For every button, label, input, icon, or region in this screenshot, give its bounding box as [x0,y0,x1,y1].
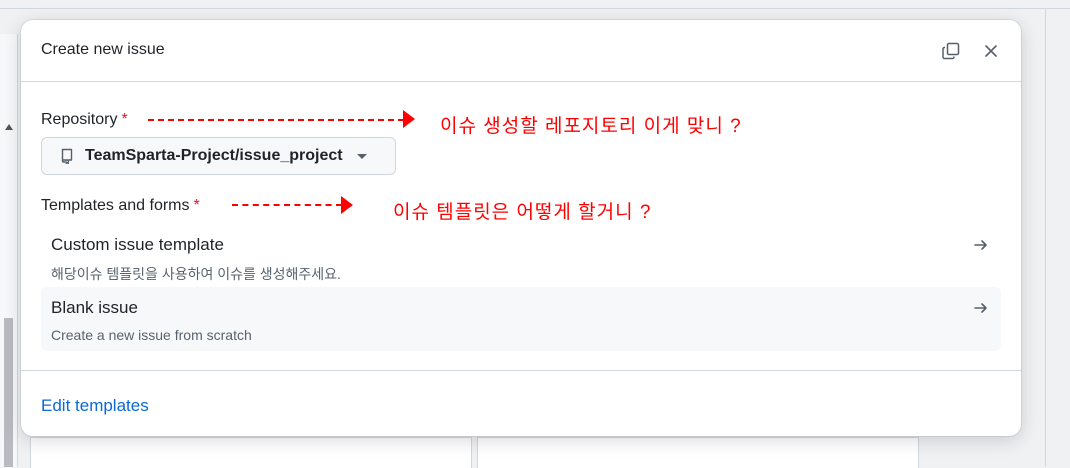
background-card [30,437,472,468]
repository-select[interactable]: TeamSparta-Project/issue_project [41,137,396,175]
scrollbar-thumb[interactable] [4,318,13,467]
edit-templates-link[interactable]: Edit templates [41,396,149,416]
template-option-blank[interactable]: Blank issue Create a new issue from scra… [41,287,1001,351]
template-description: Create a new issue from scratch [51,327,252,343]
required-marker: * [193,197,200,214]
annotation-arrow-line [148,119,404,121]
annotation-templates-note: 이슈 템플릿은 어떻게 할거니 ? [393,202,652,223]
arrow-right-icon [974,303,987,313]
dialog-header: Create new issue [21,20,1021,82]
repository-label-text: Repository [41,111,118,128]
create-issue-dialog: Create new issue Repository * TeamSparta-… [21,20,1021,436]
template-title: Custom issue template [51,235,224,254]
annotation-arrowhead [341,196,353,214]
copy-icon [942,42,960,60]
dialog-title: Create new issue [41,41,165,58]
dialog-footer: Edit templates [21,370,1021,437]
page-top-border [0,8,1070,9]
templates-label-text: Templates and forms [41,197,190,214]
template-option-custom[interactable]: Custom issue template 해당이슈 템플릿을 사용하여 이슈를… [41,224,1001,288]
required-marker: * [121,111,128,128]
arrow-right-icon [974,240,987,250]
scroll-up-arrow-icon[interactable] [5,124,13,130]
triangle-down-icon [356,153,367,159]
repository-label: Repository * [41,111,128,129]
page-right-divider [1045,9,1046,467]
repository-select-value: TeamSparta-Project/issue_project [85,147,343,164]
copy-button[interactable] [939,39,963,63]
annotation-repository-note: 이슈 생성할 레포지토리 이게 맞니 ? [440,116,742,137]
close-icon [985,45,997,57]
annotation-arrowhead [403,110,415,128]
background-card [477,437,919,468]
close-button[interactable] [979,39,1003,63]
annotation-arrow-line [232,204,342,206]
templates-label: Templates and forms * [41,197,200,215]
repo-icon [61,148,73,164]
template-title: Blank issue [51,298,138,317]
template-description: 해당이슈 템플릿을 사용하여 이슈를 생성해주세요. [51,266,341,282]
